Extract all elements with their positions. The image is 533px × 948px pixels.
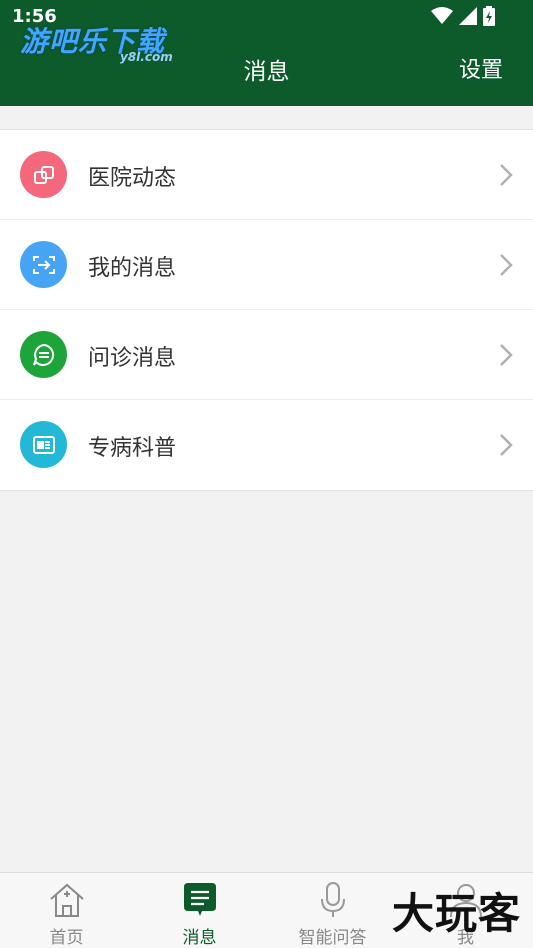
list-item-label: 问诊消息 [88,346,177,371]
status-icons [431,6,495,26]
brand-watermark: 大玩客 [391,889,521,938]
app-header: 1:56 游吧乐下载 y8l.com 消息 设置 [0,0,533,106]
list-item-hospital-news[interactable]: 医院动态 [0,130,533,220]
nav-label: 消息 [182,928,217,948]
chevron-right-icon [500,344,513,366]
list-item-label: 医院动态 [88,166,177,191]
wifi-icon [431,7,453,24]
microphone-icon [320,882,345,917]
news-icon [20,421,67,468]
chevron-right-icon [500,434,513,456]
nav-item-home[interactable]: 首页 [0,873,133,948]
list-item-my-messages[interactable]: 我的消息 [0,220,533,310]
page-title: 消息 [243,59,290,85]
nav-item-smart-qa[interactable]: 智能问答 [266,873,399,948]
nav-label: 智能问答 [298,928,367,948]
message-transfer-icon [20,241,67,288]
message-icon [183,883,216,916]
message-category-list: 医院动态 我的消息 问诊消息 专病科普 [0,129,533,491]
chevron-right-icon [500,254,513,276]
battery-icon [483,6,495,26]
list-item-label: 我的消息 [88,256,177,281]
home-icon [49,883,84,917]
list-item-disease-science[interactable]: 专病科普 [0,400,533,490]
chevron-right-icon [500,164,513,186]
nav-label: 首页 [49,928,84,948]
chat-icon [20,331,67,378]
nav-item-messages[interactable]: 消息 [133,873,266,948]
signal-icon [459,7,477,25]
list-item-label: 专病科普 [88,436,177,461]
settings-button[interactable]: 设置 [459,52,503,84]
copy-icon [20,151,67,198]
list-item-consult-messages[interactable]: 问诊消息 [0,310,533,400]
